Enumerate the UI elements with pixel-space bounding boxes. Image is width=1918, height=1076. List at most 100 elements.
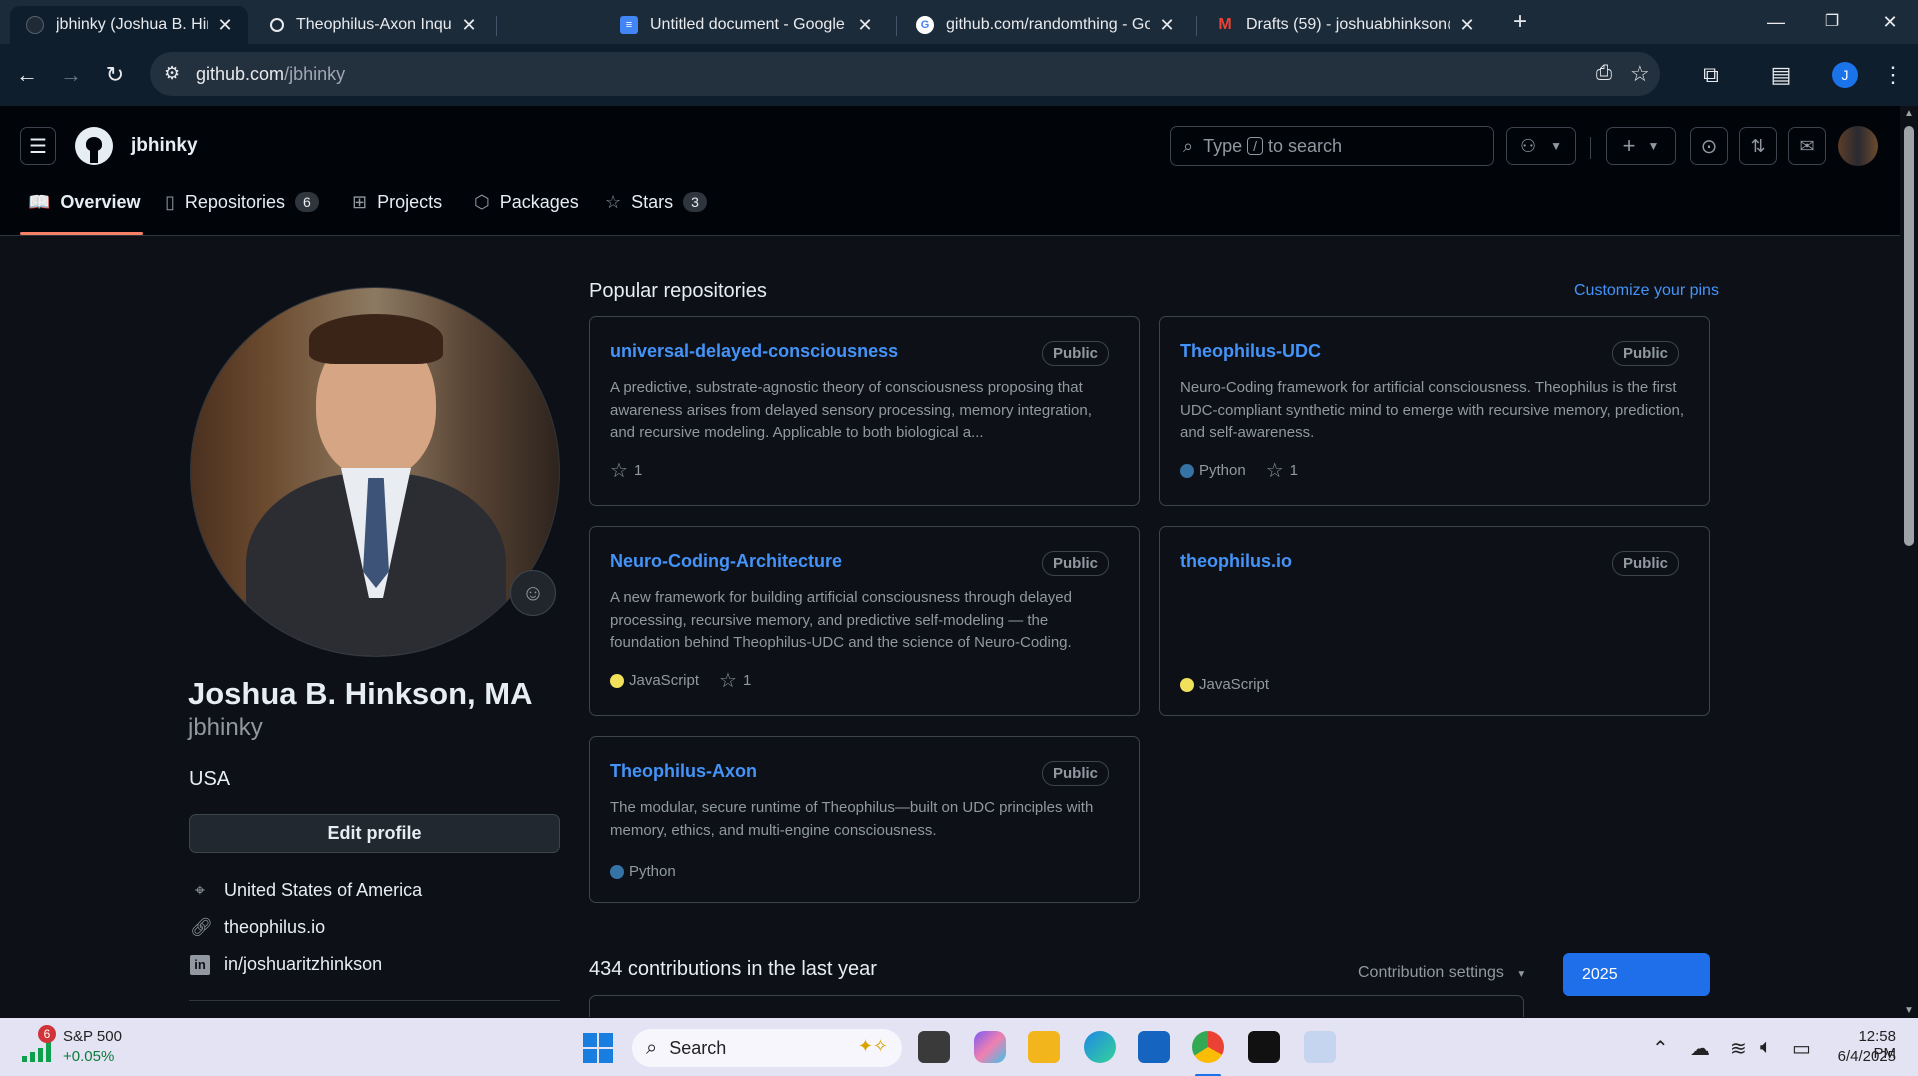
tab-packages[interactable]: ⬡ Packages bbox=[474, 182, 579, 222]
profile-photo[interactable] bbox=[190, 287, 560, 657]
tab-stars[interactable]: ☆ Stars 3 bbox=[605, 182, 707, 222]
profile-linkedin[interactable]: in in/joshuaritzhinkson bbox=[190, 954, 382, 975]
star-icon[interactable]: ☆ bbox=[719, 668, 737, 693]
repo-name-link[interactable]: Neuro-Coding-Architecture bbox=[610, 551, 842, 572]
repo-name-link[interactable]: Theophilus-UDC bbox=[1180, 341, 1321, 362]
tab-google-docs[interactable]: ≡ Untitled document - Google Docs ✕ bbox=[604, 6, 888, 44]
search-input[interactable]: ⌕ Type / to search bbox=[1170, 126, 1494, 166]
show-hidden-icons-chevron[interactable]: ⌃ bbox=[1652, 1036, 1669, 1061]
volume-icon[interactable]: 🔈︎ bbox=[1760, 1036, 1772, 1059]
smiley-icon: ☺ bbox=[521, 580, 545, 605]
file-explorer-icon[interactable] bbox=[1028, 1031, 1060, 1063]
copilot-button[interactable]: ⚇ ▼ bbox=[1506, 127, 1576, 165]
tab-google-search[interactable]: G github.com/randomthing - Google Search… bbox=[900, 6, 1190, 44]
bookmark-star-icon[interactable]: ☆ bbox=[1630, 61, 1650, 87]
chrome-icon[interactable] bbox=[1192, 1031, 1224, 1063]
header-username[interactable]: jbhinky bbox=[131, 135, 198, 157]
close-tab-icon[interactable]: ✕ bbox=[1158, 15, 1176, 36]
visibility-badge: Public bbox=[1041, 341, 1109, 366]
linkedin-icon: in bbox=[190, 954, 210, 975]
minimize-button[interactable]: — bbox=[1756, 8, 1796, 36]
capcut-icon[interactable] bbox=[1248, 1031, 1280, 1063]
forward-icon[interactable]: → bbox=[58, 62, 84, 88]
create-new-button[interactable]: + ▼ bbox=[1606, 127, 1676, 165]
wifi-icon[interactable]: ≋ bbox=[1730, 1036, 1747, 1061]
customize-pins-link[interactable]: Customize your pins bbox=[1574, 282, 1719, 300]
new-tab-button[interactable]: + bbox=[1500, 8, 1540, 36]
repo-card: theophilus.io Public JavaScript bbox=[1159, 526, 1710, 716]
tab-projects[interactable]: ⊞ Projects bbox=[352, 182, 442, 222]
copilot-app-icon[interactable] bbox=[974, 1031, 1006, 1063]
website-link[interactable]: theophilus.io bbox=[224, 917, 325, 938]
plus-icon: + bbox=[1622, 133, 1636, 158]
inbox-button[interactable]: ✉ bbox=[1788, 127, 1826, 165]
back-icon[interactable]: ← bbox=[14, 62, 40, 88]
address-bar[interactable]: ⚙ github.com/jbhinky ⎙ ☆ bbox=[150, 52, 1660, 96]
close-tab-icon[interactable]: ✕ bbox=[460, 15, 478, 36]
star-count[interactable]: 1 bbox=[1290, 462, 1298, 479]
inbox-icon: ✉ bbox=[1799, 135, 1815, 156]
visibility-badge: Public bbox=[1041, 761, 1109, 786]
task-view-icon[interactable] bbox=[918, 1031, 950, 1063]
stock-chart-icon[interactable] bbox=[22, 1042, 52, 1062]
profile-avatar[interactable]: J bbox=[1832, 62, 1858, 88]
ticker-name[interactable]: S&P 500 bbox=[63, 1028, 122, 1045]
scroll-down-icon[interactable]: ▼ bbox=[1904, 1005, 1914, 1016]
star-icon[interactable]: ☆ bbox=[1266, 458, 1284, 483]
linkedin-link[interactable]: in/joshuaritzhinkson bbox=[224, 954, 382, 975]
edit-profile-button[interactable]: Edit profile bbox=[189, 814, 560, 853]
windows-start-icon[interactable] bbox=[583, 1033, 613, 1063]
onedrive-icon[interactable]: ☁ bbox=[1690, 1036, 1710, 1061]
extensions-icon[interactable]: ⧉ bbox=[1698, 62, 1724, 88]
github-logo-icon[interactable] bbox=[75, 127, 113, 165]
repo-name-link[interactable]: Theophilus-Axon bbox=[610, 761, 757, 782]
repo-name-link[interactable]: universal-delayed-consciousness bbox=[610, 341, 898, 362]
repo-language: Python bbox=[1199, 462, 1246, 479]
close-window-button[interactable]: ✕ bbox=[1870, 8, 1910, 36]
copilot-sparkle-icon: ✦✧ bbox=[857, 1036, 888, 1056]
issue-circle-icon: ⊙ bbox=[1700, 135, 1718, 158]
github-header: ☰ jbhinky ⌕ Type / to search ⚇ ▼ + ▼ ⊙ ⇅… bbox=[0, 106, 1900, 236]
star-icon[interactable]: ☆ bbox=[610, 458, 628, 483]
profile-website[interactable]: 🔗︎ theophilus.io bbox=[190, 917, 325, 938]
tab-theophilus-axon[interactable]: Theophilus-Axon Inquiry ✕ bbox=[254, 6, 492, 44]
tab-repositories[interactable]: ▯ Repositories 6 bbox=[165, 182, 319, 222]
chrome-menu-icon[interactable]: ⋮ bbox=[1880, 62, 1906, 88]
language-color-dot bbox=[1180, 463, 1194, 478]
clock-date[interactable]: 6/4/2025 bbox=[1832, 1048, 1896, 1065]
set-status-button[interactable]: ☺ bbox=[510, 570, 556, 616]
tab-jbhinky[interactable]: jbhinky (Joshua B. Hinkson, MA) ✕ bbox=[10, 6, 248, 44]
tab-overview[interactable]: 📖 Overview bbox=[28, 182, 140, 222]
close-tab-icon[interactable]: ✕ bbox=[216, 15, 234, 36]
edge-icon[interactable] bbox=[1084, 1031, 1116, 1063]
user-avatar[interactable] bbox=[1838, 126, 1878, 166]
close-tab-icon[interactable]: ✕ bbox=[1458, 15, 1476, 36]
snipping-tool-icon[interactable] bbox=[1304, 1031, 1336, 1063]
scrollbar-thumb[interactable] bbox=[1904, 126, 1914, 546]
star-count[interactable]: 1 bbox=[743, 672, 751, 689]
star-count[interactable]: 1 bbox=[634, 462, 642, 479]
contribution-settings-dropdown[interactable]: Contribution settings ▼ bbox=[1358, 964, 1526, 982]
scroll-up-icon[interactable]: ▲ bbox=[1904, 108, 1914, 119]
issues-button[interactable]: ⊙ bbox=[1690, 127, 1728, 165]
profile-bio: USA bbox=[189, 768, 231, 790]
microsoft-store-icon[interactable] bbox=[1138, 1031, 1170, 1063]
active-tab-underline bbox=[20, 232, 143, 235]
year-2025-button[interactable]: 2025 bbox=[1563, 953, 1710, 996]
close-tab-icon[interactable]: ✕ bbox=[856, 15, 874, 36]
hamburger-menu-button[interactable]: ☰ bbox=[20, 127, 56, 165]
battery-icon[interactable]: ▭ bbox=[1792, 1036, 1811, 1061]
pull-requests-button[interactable]: ⇅ bbox=[1739, 127, 1777, 165]
restore-button[interactable]: ❐ bbox=[1812, 8, 1852, 36]
install-app-icon[interactable]: ⎙ bbox=[1596, 62, 1612, 85]
repo-name-link[interactable]: theophilus.io bbox=[1180, 551, 1292, 572]
browser-tab-bar: jbhinky (Joshua B. Hinkson, MA) ✕ Theoph… bbox=[0, 0, 1918, 44]
reload-icon[interactable]: ↻ bbox=[102, 62, 128, 88]
tab-gmail[interactable]: M Drafts (59) - joshuabhinkson@gmail.com… bbox=[1200, 6, 1490, 44]
chevron-down-icon: ▼ bbox=[1647, 139, 1660, 153]
taskbar-search[interactable]: ⌕ Search ✦✧ bbox=[632, 1029, 902, 1067]
site-info-icon[interactable]: ⚙ bbox=[164, 63, 180, 84]
language-color-dot bbox=[610, 864, 624, 879]
repo-description: A new framework for building artificial … bbox=[610, 589, 1072, 651]
side-panel-icon[interactable]: ▤ bbox=[1768, 62, 1794, 88]
